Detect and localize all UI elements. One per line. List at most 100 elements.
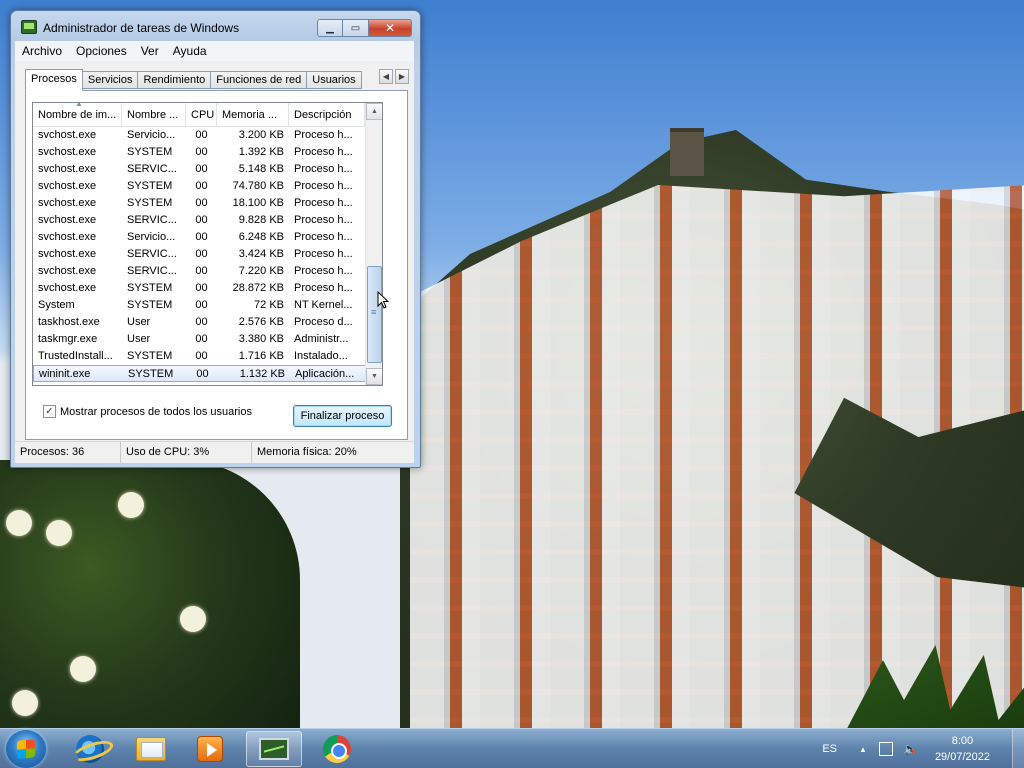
row-memory: 9.828 KB — [238, 214, 284, 226]
row-cpu: 00 — [195, 231, 208, 243]
caption-buttons: ▁ ▭ ✕ — [317, 19, 412, 37]
row-memory: 72 KB — [254, 299, 284, 311]
clock[interactable]: 8:00 29/07/2022 — [935, 733, 990, 765]
status-physical-memory: Memoria física: 20% — [257, 446, 357, 458]
media-player-icon — [197, 736, 223, 762]
column-header-cpu[interactable]: CPU — [186, 103, 217, 126]
system-tray: ES ▲ 🔈 8:00 29/07/2022 — [822, 729, 1024, 768]
row-description: Proceso h... — [294, 214, 353, 226]
maximize-button[interactable]: ▭ — [343, 19, 369, 37]
tab-funciones-de-red[interactable]: Funciones de red — [211, 71, 308, 89]
table-row[interactable]: svchost.exe Servicio... 00 3.200 KB Proceso … — [33, 127, 382, 144]
tab-rendimiento[interactable]: Rendimiento — [138, 71, 212, 89]
row-user-name: SYSTEM — [127, 299, 173, 311]
clock-time: 8:00 — [951, 735, 974, 747]
scroll-down-icon[interactable]: ▼ — [366, 368, 382, 385]
taskbar-windows-explorer[interactable] — [123, 731, 179, 767]
tab-procesos[interactable]: Procesos — [25, 69, 83, 91]
taskbar-media-player[interactable] — [182, 731, 238, 767]
menu-opciones[interactable]: Opciones — [69, 44, 134, 58]
row-memory: 1.132 KB — [239, 368, 285, 380]
menu-archivo[interactable]: Archivo — [15, 44, 69, 58]
window-client-area: Procesos Servicios Rendimiento Funciones… — [15, 61, 414, 447]
column-header-user-name[interactable]: Nombre ... — [122, 103, 186, 126]
table-row[interactable]: svchost.exe SYSTEM 00 1.392 KB Proceso h... — [33, 144, 382, 161]
status-processes: Procesos: 36 — [15, 442, 121, 463]
table-row[interactable]: taskhost.exe User 00 2.576 KB Proceso d... — [33, 314, 382, 331]
tab-scroll-left-icon[interactable]: ◀ — [379, 69, 393, 84]
process-list[interactable]: ▲ Nombre de im... Nombre ... CPU Memoria… — [32, 102, 383, 386]
menu-ver[interactable]: Ver — [134, 44, 166, 58]
volume-muted-icon[interactable]: 🔈 — [903, 742, 918, 759]
scrollbar-thumb[interactable] — [367, 266, 382, 363]
column-header-description[interactable]: Descripción — [289, 103, 365, 126]
scroll-up-icon[interactable]: ▲ — [366, 103, 382, 120]
row-image-name: svchost.exe — [38, 265, 97, 277]
close-button[interactable]: ✕ — [369, 19, 412, 37]
row-user-name: SYSTEM — [127, 350, 173, 362]
status-cpu-usage: Uso de CPU: 3% — [121, 442, 252, 463]
table-row[interactable]: svchost.exe Servicio... 00 6.248 KB Proceso … — [33, 229, 382, 246]
wallpaper-castle-tower — [670, 128, 704, 176]
row-memory: 18.100 KB — [232, 197, 284, 209]
process-list-scrollbar[interactable]: ▲ ▼ — [365, 103, 382, 385]
table-row[interactable]: svchost.exe SERVIC... 00 9.828 KB Proceso h.… — [33, 212, 382, 229]
language-indicator[interactable]: ES — [822, 743, 837, 755]
row-cpu: 00 — [195, 214, 208, 226]
wallpaper-foliage-left — [0, 460, 300, 728]
row-memory: 3.380 KB — [238, 333, 284, 345]
row-memory: 3.200 KB — [238, 129, 284, 141]
row-cpu: 00 — [195, 282, 208, 294]
task-manager-app-icon — [21, 20, 37, 34]
process-list-header: ▲ Nombre de im... Nombre ... CPU Memoria… — [33, 103, 382, 127]
table-row[interactable]: svchost.exe SERVIC... 00 5.148 KB Proceso h.… — [33, 161, 382, 178]
tab-scroll-buttons: ◀ ▶ — [379, 69, 409, 84]
row-description: Proceso h... — [294, 231, 353, 243]
title-bar[interactable]: Administrador de tareas de Windows ▁ ▭ ✕ — [11, 11, 420, 41]
row-cpu: 00 — [196, 368, 209, 380]
row-cpu: 00 — [195, 180, 208, 192]
tab-servicios[interactable]: Servicios — [82, 71, 139, 89]
tab-scroll-right-icon[interactable]: ▶ — [395, 69, 409, 84]
table-row[interactable]: taskmgr.exe User 00 3.380 KB Administr... — [33, 331, 382, 348]
process-rows: svchost.exe Servicio... 00 3.200 KB Proceso … — [33, 127, 382, 382]
taskbar-internet-explorer[interactable] — [62, 731, 118, 767]
table-row[interactable]: TrustedInstall... SYSTEM 00 1.716 KB Instala… — [33, 348, 382, 365]
tab-usuarios[interactable]: Usuarios — [307, 71, 362, 89]
minimize-button[interactable]: ▁ — [317, 19, 343, 37]
taskbar-task-manager[interactable] — [246, 731, 302, 767]
tab-strip: Procesos Servicios Rendimiento Funciones… — [25, 69, 362, 91]
show-all-users-option[interactable]: ✓ Mostrar procesos de todos los usuarios — [43, 405, 252, 418]
sort-ascending-icon: ▲ — [75, 103, 83, 108]
row-user-name: SYSTEM — [128, 368, 174, 380]
show-all-users-checkbox[interactable]: ✓ — [43, 405, 56, 418]
start-button[interactable] — [6, 730, 46, 768]
menu-ayuda[interactable]: Ayuda — [166, 44, 214, 58]
row-image-name: svchost.exe — [38, 146, 97, 158]
table-row[interactable]: svchost.exe SYSTEM 00 28.872 KB Proceso h... — [33, 280, 382, 297]
network-icon[interactable] — [878, 742, 893, 756]
show-hidden-icons-icon[interactable]: ▲ — [859, 745, 867, 754]
show-all-users-label: Mostrar procesos de todos los usuarios — [60, 405, 252, 418]
row-user-name: User — [127, 316, 151, 328]
table-row[interactable]: wininit.exe SYSTEM 00 1.132 KB Aplicación... — [33, 365, 382, 382]
table-row[interactable]: svchost.exe SERVIC... 00 3.424 KB Proceso h.… — [33, 246, 382, 263]
row-cpu: 00 — [195, 350, 208, 362]
internet-explorer-icon — [76, 735, 104, 763]
table-row[interactable]: System SYSTEM 00 72 KB NT Kernel... — [33, 297, 382, 314]
column-header-memory[interactable]: Memoria ... — [217, 103, 289, 126]
row-user-name: Servicio... — [127, 231, 176, 243]
row-image-name: svchost.exe — [38, 282, 97, 294]
row-description: Proceso d... — [294, 316, 353, 328]
table-row[interactable]: svchost.exe SERVIC... 00 7.220 KB Proceso h.… — [33, 263, 382, 280]
show-desktop-button[interactable] — [1012, 729, 1024, 768]
taskbar-chrome[interactable] — [309, 731, 365, 767]
row-description: Proceso h... — [294, 180, 353, 192]
column-header-image-name[interactable]: ▲ Nombre de im... — [33, 103, 122, 126]
row-memory: 7.220 KB — [238, 265, 284, 277]
table-row[interactable]: svchost.exe SYSTEM 00 74.780 KB Proceso h... — [33, 178, 382, 195]
row-description: Proceso h... — [294, 146, 353, 158]
taskbar: ES ▲ 🔈 8:00 29/07/2022 — [0, 728, 1024, 768]
table-row[interactable]: svchost.exe SYSTEM 00 18.100 KB Proceso h... — [33, 195, 382, 212]
end-process-button[interactable]: Finalizar proceso — [293, 405, 392, 427]
